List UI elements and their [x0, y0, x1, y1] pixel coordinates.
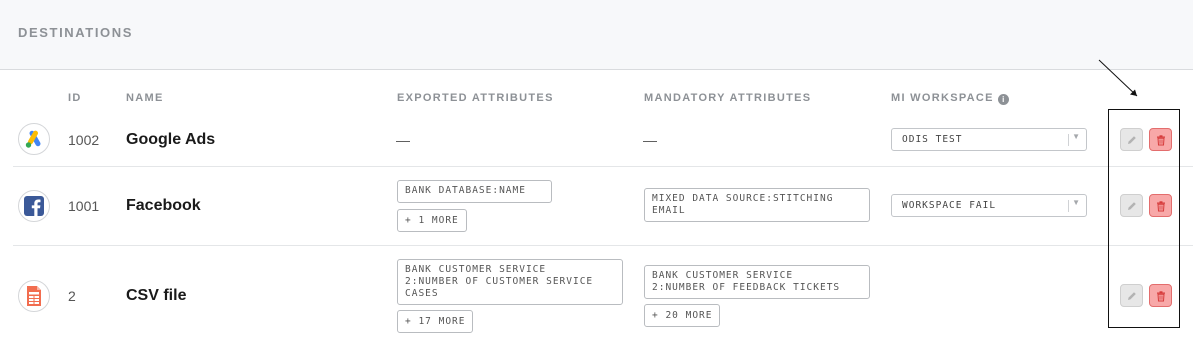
table-row: 1001 Facebook BANK DATABASE:NAME + 1 MOR…: [13, 166, 1193, 246]
edit-button[interactable]: [1120, 194, 1143, 217]
delete-button[interactable]: [1149, 128, 1172, 151]
column-header-exported-attributes: EXPORTED ATTRIBUTES: [397, 92, 554, 104]
annotation-arrow-icon: [1098, 59, 1138, 97]
table-row: 2 CSV file BANK CUSTOMER SERVICE 2:NUMBE…: [13, 246, 1193, 351]
edit-button[interactable]: [1120, 284, 1143, 307]
section-header: DESTINATIONS: [0, 0, 1193, 70]
info-icon[interactable]: i: [997, 94, 1009, 105]
trash-icon: [1157, 135, 1165, 146]
row-id: 2: [68, 288, 76, 304]
mandatory-attributes-empty: —: [643, 132, 657, 148]
workspace-select[interactable]: WORKSPACE FAIL ▼: [891, 194, 1087, 217]
chevron-down-icon: ▼: [1072, 132, 1080, 141]
workspace-select[interactable]: ODIS TEST ▼: [891, 128, 1087, 151]
trash-icon: [1157, 201, 1165, 212]
google-ads-icon: [18, 123, 50, 155]
edit-button[interactable]: [1120, 128, 1143, 151]
mandatory-attribute-chip: MIXED DATA SOURCE:STITCHING EMAIL: [644, 188, 870, 222]
show-more-exported-button[interactable]: + 17 MORE: [397, 310, 474, 333]
pencil-icon: [1128, 202, 1136, 210]
exported-attribute-chip: BANK DATABASE:NAME: [397, 180, 552, 203]
row-name: Google Ads: [126, 131, 216, 148]
csv-file-icon: [18, 280, 50, 312]
column-header-mi-workspace-label: MI WORKSPACE: [891, 92, 994, 104]
exported-attribute-chip: BANK CUSTOMER SERVICE 2:NUMBER OF CUSTOM…: [397, 259, 623, 305]
column-header-id: ID: [68, 92, 82, 104]
facebook-icon: [18, 190, 50, 222]
chevron-down-icon: ▼: [1072, 198, 1080, 207]
column-header-name: NAME: [126, 92, 164, 104]
select-divider: [1068, 200, 1069, 212]
row-id: 1001: [68, 198, 100, 214]
row-name: CSV file: [126, 287, 187, 304]
column-header-mandatory-attributes: MANDATORY ATTRIBUTES: [644, 92, 812, 104]
trash-icon: [1157, 291, 1165, 302]
pencil-icon: [1128, 136, 1136, 144]
mandatory-attribute-chip: BANK CUSTOMER SERVICE 2:NUMBER OF FEEDBA…: [644, 265, 870, 299]
table-row: 1002 Google Ads — — ODIS TEST ▼: [13, 108, 1193, 167]
workspace-select-value: WORKSPACE FAIL: [902, 200, 997, 211]
select-divider: [1068, 134, 1069, 146]
column-header-mi-workspace: MI WORKSPACE i: [891, 92, 1009, 105]
row-name: Facebook: [126, 197, 201, 214]
show-more-mandatory-button[interactable]: + 20 MORE: [644, 304, 721, 327]
delete-button[interactable]: [1149, 284, 1172, 307]
delete-button[interactable]: [1149, 194, 1172, 217]
workspace-select-value: ODIS TEST: [902, 134, 963, 145]
show-more-exported-button[interactable]: + 1 MORE: [397, 209, 467, 232]
pencil-icon: [1128, 292, 1136, 300]
section-title: DESTINATIONS: [18, 25, 134, 40]
exported-attributes-empty: —: [396, 132, 410, 148]
row-id: 1002: [68, 132, 100, 148]
